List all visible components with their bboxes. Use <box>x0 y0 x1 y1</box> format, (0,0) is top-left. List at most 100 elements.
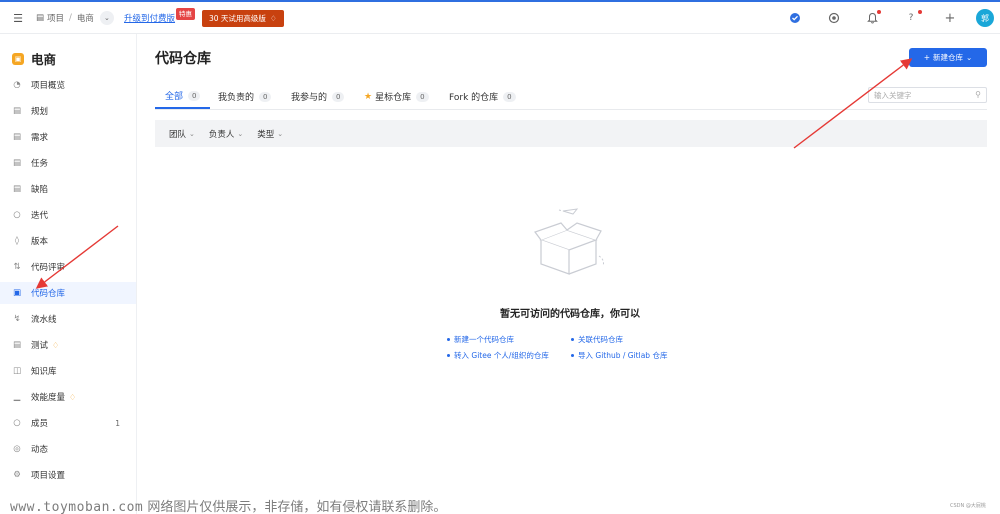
sidebar-item-requirement[interactable]: ▤ 需求 <box>0 126 136 148</box>
trial-button-label: 30 天试用高级版 <box>209 14 266 23</box>
top-header: ☰ ▤ 项目 / 电商 ⌄ 升级到付费版 特惠 30 天试用高级版 ♢ ? + <box>0 0 1000 34</box>
bell-icon[interactable] <box>865 10 881 25</box>
notification-dot <box>877 10 881 14</box>
book-icon: ◫ <box>12 366 22 376</box>
tab-mine[interactable]: 我负责的 0 <box>218 84 272 109</box>
sidebar-item-code-review[interactable]: ⇅ 代码评审 <box>0 256 136 278</box>
upgrade-link[interactable]: 升级到付费版 <box>124 2 175 34</box>
avatar[interactable]: 郭 <box>976 9 994 27</box>
breadcrumb-current[interactable]: 电商 <box>77 12 94 24</box>
project-header[interactable]: ▣ 电商 <box>12 49 56 68</box>
menu-icon[interactable]: ☰ <box>10 2 26 34</box>
review-icon: ⇅ <box>13 262 21 272</box>
transfer-gitee-link[interactable]: 转入 Gitee 个人/组织的仓库 <box>447 350 549 361</box>
members-count: 1 <box>115 418 120 428</box>
search-icon[interactable]: ⚲ <box>975 90 981 99</box>
project-name: 电商 <box>31 52 57 67</box>
sidebar-item-overview[interactable]: ◔ 项目概览 <box>0 74 136 96</box>
sidebar-item-members[interactable]: ○ 成员 1 <box>0 412 136 434</box>
sidebar-item-label: 动态 <box>31 445 49 455</box>
filter-label: 类型 <box>257 129 275 140</box>
sidebar-item-label: 迭代 <box>31 211 49 221</box>
sidebar-item-wiki[interactable]: ◫ 知识库 <box>0 360 136 382</box>
sidebar-item-iteration[interactable]: ○ 迭代 <box>0 204 136 226</box>
trial-button[interactable]: 30 天试用高级版 ♢ <box>202 10 284 27</box>
tab-label: 星标仓库 <box>375 93 412 103</box>
filter-bar: 团队 ⌄ 负责人 ⌄ 类型 ⌄ <box>155 120 987 147</box>
activity-icon: ◎ <box>13 444 21 454</box>
bullet-dot <box>447 354 450 357</box>
sidebar-item-settings[interactable]: ⚙ 项目设置 <box>0 464 136 486</box>
tab-participated[interactable]: 我参与的 0 <box>291 84 345 109</box>
layers-icon: ◊ <box>14 236 20 246</box>
settings-icon: ⚙ <box>13 470 21 480</box>
test-icon: ▤ <box>12 340 22 350</box>
sidebar-item-activity[interactable]: ◎ 动态 <box>0 438 136 460</box>
tab-count: 0 <box>416 91 429 102</box>
filter-team[interactable]: 团队 ⌄ <box>169 128 195 140</box>
plan-icon: ▤ <box>12 106 22 116</box>
sidebar-item-label: 知识库 <box>31 367 57 377</box>
sidebar-item-test[interactable]: ▤ 测试 ♢ <box>0 334 136 356</box>
link-label: 导入 Github / Gitlab 仓库 <box>578 351 668 360</box>
watermark-host: www.toymoban.com <box>10 500 144 514</box>
new-repo-button-label: 新建仓库 <box>933 53 963 62</box>
filter-type[interactable]: 类型 ⌄ <box>257 128 283 140</box>
breadcrumb-separator: / <box>69 13 72 23</box>
sidebar-item-code-repo[interactable]: ▣ 代码仓库 <box>0 282 136 304</box>
filter-owner[interactable]: 负责人 ⌄ <box>209 128 243 140</box>
sidebar-item-version[interactable]: ◊ 版本 <box>0 230 136 252</box>
chevron-down-icon[interactable]: ⌄ <box>99 11 114 25</box>
iteration-icon: ○ <box>13 210 21 220</box>
breadcrumb: ▤ 项目 / 电商 ⌄ <box>36 2 114 34</box>
tab-fork[interactable]: Fork 的仓库 0 <box>449 84 516 109</box>
plus-icon: + <box>923 53 930 62</box>
sidebar-item-bug[interactable]: ▤ 缺陷 <box>0 178 136 200</box>
chevron-down-icon: ⌄ <box>237 129 244 138</box>
sidebar-item-label: 任务 <box>31 159 49 169</box>
sidebar-item-task[interactable]: ▤ 任务 <box>0 152 136 174</box>
chat-icon[interactable] <box>788 11 802 25</box>
sidebar-item-label: 版本 <box>31 237 49 247</box>
tab-starred[interactable]: ★ 星标仓库 0 <box>364 84 429 109</box>
chevron-down-icon: ⌄ <box>966 53 973 62</box>
tab-count: 0 <box>332 91 345 102</box>
sidebar-item-label: 代码评审 <box>31 263 66 273</box>
tab-label: Fork 的仓库 <box>449 93 499 103</box>
tab-all[interactable]: 全部 0 <box>155 84 211 109</box>
empty-state-title: 暂无可访问的代码仓库，你可以 <box>500 309 640 320</box>
breadcrumb-project[interactable]: 项目 <box>47 12 64 24</box>
app-window: ☰ ▤ 项目 / 电商 ⌄ 升级到付费版 特惠 30 天试用高级版 ♢ ? + <box>0 0 1000 514</box>
chevron-down-icon: ⌄ <box>277 129 284 138</box>
repo-tabs: 全部 0 我负责的 0 我参与的 0 ★ 星标仓库 0 Fork 的仓库 0 <box>155 84 987 110</box>
sidebar-item-pipeline[interactable]: ↯ 流水线 <box>0 308 136 330</box>
new-repo-button[interactable]: + 新建仓库 ⌄ <box>909 48 987 67</box>
create-repo-link[interactable]: 新建一个代码仓库 <box>447 334 514 345</box>
plus-icon[interactable]: + <box>943 11 957 26</box>
project-icon: ▣ <box>12 52 24 65</box>
tab-label: 全部 <box>165 92 184 102</box>
sidebar-item-label: 代码仓库 <box>31 289 66 299</box>
empty-box-illustration <box>534 208 604 275</box>
import-github-link[interactable]: 导入 Github / Gitlab 仓库 <box>571 350 667 361</box>
sidebar-item-label: 项目概览 <box>31 81 66 91</box>
notification-dot <box>918 10 922 14</box>
filter-label: 团队 <box>169 129 187 140</box>
star-icon: ★ <box>364 91 373 102</box>
diamond-icon: ♢ <box>269 14 277 23</box>
sidebar-item-metrics[interactable]: ▁ 效能度量 ♢ <box>0 386 136 408</box>
bullet-dot <box>571 354 574 357</box>
tab-label: 我负责的 <box>218 93 255 103</box>
members-icon: ○ <box>13 418 21 428</box>
sidebar-item-label: 需求 <box>31 133 49 143</box>
help-center-icon[interactable] <box>827 11 841 25</box>
link-label: 转入 Gitee 个人/组织的仓库 <box>454 351 549 360</box>
question-icon[interactable]: ? <box>904 10 922 25</box>
link-repo-link[interactable]: 关联代码仓库 <box>571 334 623 345</box>
code-icon: ▣ <box>12 288 22 298</box>
search-input[interactable] <box>874 90 969 100</box>
chevron-down-icon: ⌄ <box>189 129 195 138</box>
premium-icon: ♢ <box>52 340 60 350</box>
annotation-arrows <box>35 58 913 289</box>
sidebar-item-plan[interactable]: ▤ 规划 <box>0 100 136 122</box>
